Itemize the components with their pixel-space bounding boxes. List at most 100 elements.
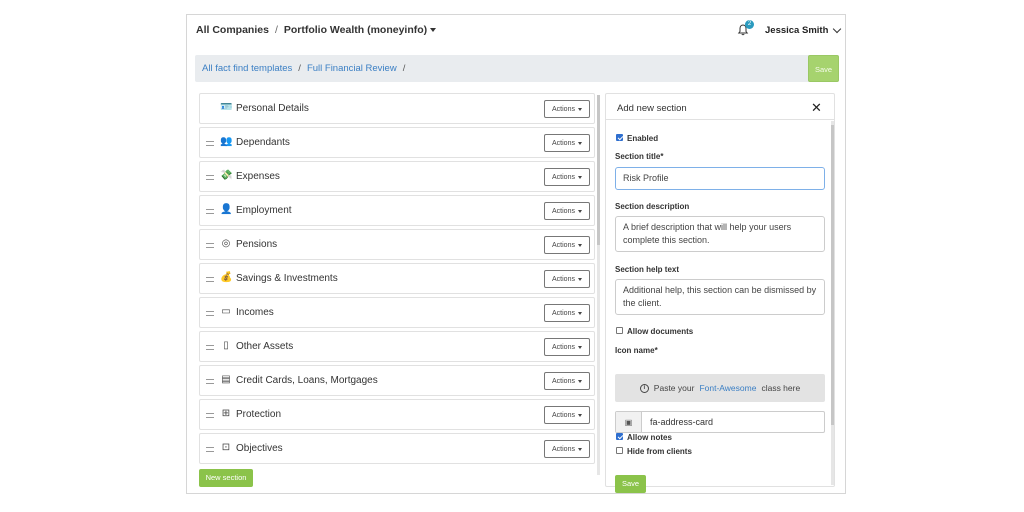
all-companies-link[interactable]: All Companies bbox=[196, 24, 269, 36]
enabled-label: Enabled bbox=[627, 134, 659, 143]
portfolio-dropdown[interactable]: Portfolio Wealth (moneyinfo) bbox=[284, 24, 437, 36]
money-bill-icon: 💸 bbox=[220, 170, 233, 181]
section-row[interactable]: 💰 Savings & Investments Actions bbox=[199, 263, 595, 294]
actions-dropdown[interactable]: Actions bbox=[544, 304, 590, 322]
section-row[interactable]: 🪪 Personal Details Actions bbox=[199, 93, 595, 124]
caret-down-icon bbox=[577, 413, 582, 417]
scrollbar-thumb[interactable] bbox=[831, 125, 834, 425]
section-row[interactable]: ⊡ Objectives Actions bbox=[199, 433, 595, 464]
user-menu[interactable]: Jessica Smith bbox=[765, 24, 842, 36]
section-row[interactable]: ⊞ Protection Actions bbox=[199, 399, 595, 430]
drag-handle-icon[interactable] bbox=[206, 277, 214, 282]
actions-label: Actions bbox=[552, 445, 575, 453]
actions-dropdown[interactable]: Actions bbox=[544, 236, 590, 254]
coins-icon: ◎ bbox=[221, 238, 231, 249]
section-label: Employment bbox=[236, 205, 292, 216]
actions-label: Actions bbox=[552, 105, 575, 113]
drag-handle-icon[interactable] bbox=[206, 447, 214, 452]
caret-down-icon bbox=[577, 447, 582, 451]
allow-notes-label: Allow notes bbox=[627, 433, 672, 442]
allow-notes-checkbox[interactable] bbox=[616, 433, 623, 440]
actions-dropdown[interactable]: Actions bbox=[544, 406, 590, 424]
drag-handle-icon[interactable] bbox=[206, 345, 214, 350]
allow-documents-label: Allow documents bbox=[627, 327, 694, 336]
font-awesome-link[interactable]: Font-Awesome bbox=[699, 383, 756, 393]
section-row[interactable]: 👥 Dependants Actions bbox=[199, 127, 595, 158]
breadcrumb-bar: All fact find templates / Full Financial… bbox=[195, 55, 839, 82]
section-label: Protection bbox=[236, 409, 282, 420]
close-icon[interactable]: ✕ bbox=[811, 100, 822, 116]
section-row[interactable]: ▤ Credit Cards, Loans, Mortgages Actions bbox=[199, 365, 595, 396]
section-description-label: Section description bbox=[615, 202, 690, 211]
save-section-button[interactable]: Save bbox=[615, 475, 646, 493]
caret-down-icon bbox=[577, 209, 582, 213]
section-list: 🪪 Personal Details Actions 👥 Dependants … bbox=[199, 93, 595, 467]
drag-handle-icon[interactable] bbox=[206, 379, 214, 384]
actions-dropdown[interactable]: Actions bbox=[544, 202, 590, 220]
actions-dropdown[interactable]: Actions bbox=[544, 338, 590, 356]
section-row[interactable]: ▯ Other Assets Actions bbox=[199, 331, 595, 362]
company-breadcrumb: All Companies / Portfolio Wealth (moneyi… bbox=[196, 24, 437, 36]
wallet-icon: ▭ bbox=[221, 306, 231, 317]
notification-badge: 2 bbox=[745, 20, 754, 29]
section-row[interactable]: ▭ Incomes Actions bbox=[199, 297, 595, 328]
panel-header: Add new section ✕ bbox=[606, 94, 834, 120]
breadcrumb-review-link[interactable]: Full Financial Review bbox=[307, 63, 397, 74]
section-list-scrollbar[interactable] bbox=[597, 95, 600, 475]
top-bar: All Companies / Portfolio Wealth (moneyi… bbox=[187, 15, 845, 47]
icon-name-label: Icon name* bbox=[615, 346, 658, 355]
caret-down-icon bbox=[430, 28, 437, 33]
section-help-input[interactable]: Additional help, this section can be dis… bbox=[615, 279, 825, 315]
scrollbar-thumb[interactable] bbox=[597, 95, 600, 245]
hide-from-clients-checkbox[interactable] bbox=[616, 447, 623, 454]
actions-label: Actions bbox=[552, 411, 575, 419]
actions-dropdown[interactable]: Actions bbox=[544, 134, 590, 152]
section-description-input[interactable]: A brief description that will help your … bbox=[615, 216, 825, 252]
drag-handle-icon[interactable] bbox=[206, 209, 214, 214]
icon-name-input-group[interactable]: ▣ fa-address-card bbox=[615, 411, 825, 433]
actions-label: Actions bbox=[552, 275, 575, 283]
actions-dropdown[interactable]: Actions bbox=[544, 100, 590, 118]
new-section-button[interactable]: New section bbox=[199, 469, 253, 487]
section-label: Credit Cards, Loans, Mortgages bbox=[236, 375, 378, 386]
enabled-checkbox[interactable] bbox=[616, 134, 623, 141]
drag-handle-icon[interactable] bbox=[206, 243, 214, 248]
allow-documents-checkbox[interactable] bbox=[616, 327, 623, 334]
app-window: All Companies / Portfolio Wealth (moneyi… bbox=[186, 14, 846, 494]
drag-handle-icon[interactable] bbox=[206, 413, 214, 418]
actions-dropdown[interactable]: Actions bbox=[544, 372, 590, 390]
drag-handle-icon[interactable] bbox=[206, 175, 214, 180]
panel-title: Add new section bbox=[617, 103, 687, 114]
credit-card-icon: ▤ bbox=[221, 374, 231, 385]
breadcrumb-templates-link[interactable]: All fact find templates bbox=[202, 63, 292, 74]
actions-label: Actions bbox=[552, 241, 575, 249]
user-name: Jessica Smith bbox=[765, 25, 829, 36]
breadcrumb: All fact find templates / Full Financial… bbox=[202, 63, 405, 74]
section-row[interactable]: 👤 Employment Actions bbox=[199, 195, 595, 226]
icon-name-input[interactable]: fa-address-card bbox=[650, 417, 713, 427]
caret-down-icon bbox=[577, 345, 582, 349]
actions-label: Actions bbox=[552, 173, 575, 181]
actions-dropdown[interactable]: Actions bbox=[544, 270, 590, 288]
caret-down-icon bbox=[577, 277, 582, 281]
breadcrumb-separator: / bbox=[274, 24, 278, 36]
actions-dropdown[interactable]: Actions bbox=[544, 168, 590, 186]
drag-handle-icon[interactable] bbox=[206, 141, 214, 146]
chevron-down-icon bbox=[833, 24, 842, 34]
actions-label: Actions bbox=[552, 309, 575, 317]
section-label: Other Assets bbox=[236, 341, 294, 352]
users-icon: 👥 bbox=[220, 136, 233, 147]
caret-down-icon bbox=[577, 141, 582, 145]
section-row[interactable]: ◎ Pensions Actions bbox=[199, 229, 595, 260]
section-label: Incomes bbox=[236, 307, 274, 318]
actions-dropdown[interactable]: Actions bbox=[544, 440, 590, 458]
save-template-button[interactable]: Save bbox=[808, 55, 839, 82]
section-row[interactable]: 💸 Expenses Actions bbox=[199, 161, 595, 192]
info-icon: i bbox=[639, 383, 649, 393]
drag-handle-icon[interactable] bbox=[206, 311, 214, 316]
panel-scrollbar[interactable] bbox=[831, 121, 834, 485]
icon-hint-alert: i Paste your Font-Awesome class here bbox=[615, 374, 825, 402]
breadcrumb-separator: / bbox=[402, 63, 406, 74]
icon-hint-suffix: class here bbox=[761, 383, 801, 393]
section-title-input[interactable]: Risk Profile bbox=[615, 167, 825, 190]
